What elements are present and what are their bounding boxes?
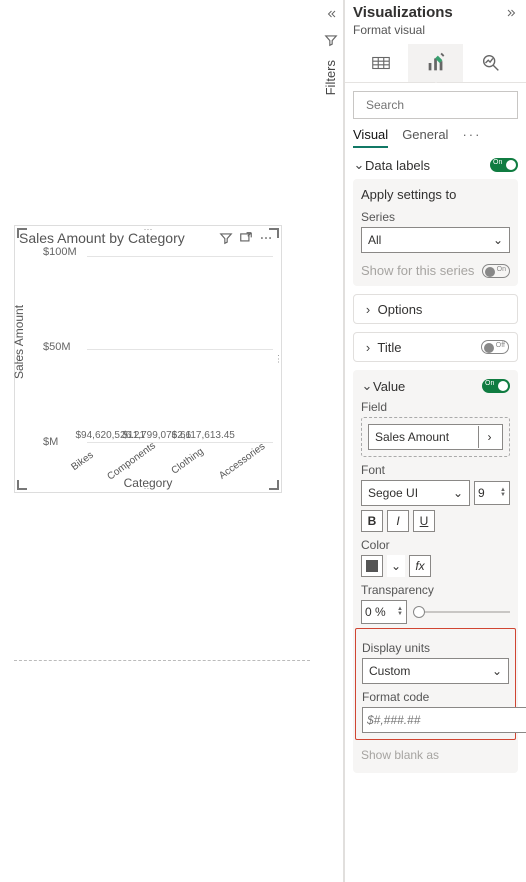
series-value: All [368,233,381,247]
filter-icon[interactable] [217,229,235,247]
format-code-label: Format code [362,690,509,704]
format-code-input[interactable] [362,707,526,733]
title-section[interactable]: › Title Off [353,332,518,362]
underline-button[interactable]: U [413,510,435,532]
section-data-labels[interactable]: Data labels [365,158,490,173]
display-units-label: Display units [362,641,509,655]
transparency-label: Transparency [361,583,510,597]
analytics-tab[interactable] [463,44,518,82]
transparency-slider[interactable] [413,611,510,613]
color-label: Color [361,538,510,552]
chart-visual[interactable]: ⋯ ⋯ ⋮ ⋮ Sales Amount by Category Sales A… [14,225,282,493]
tab-general[interactable]: General [402,127,448,148]
bold-button[interactable]: B [361,510,383,532]
x-tick: Components [105,440,171,501]
resize-handle-r[interactable]: ⋮ [274,354,283,365]
resize-handle-tl[interactable] [17,228,27,238]
y-tick: $100M [43,246,77,258]
format-visual-tab[interactable] [408,44,463,82]
filter-pane-icon[interactable] [323,32,339,48]
field-select[interactable]: Sales Amount › [368,424,503,450]
display-units-select[interactable]: Custom ⌄ [362,658,509,684]
tab-visual[interactable]: Visual [353,127,388,148]
field-value: Sales Amount [375,430,449,444]
field-label: Field [361,400,510,414]
chevron-down-icon[interactable]: ⌄ [361,378,373,394]
build-visual-tab[interactable] [353,44,408,82]
chevron-down-icon: ⌄ [492,664,502,678]
y-tick: $M [43,436,58,448]
value-toggle[interactable]: On [482,379,510,393]
color-picker[interactable] [361,555,383,577]
resize-handle-t[interactable]: ⋯ [144,224,153,235]
show-for-series-toggle: On [482,264,510,278]
panel-subtitle: Format visual [345,23,526,41]
font-size-stepper[interactable]: 9 ▲▼ [474,481,510,505]
search-input[interactable] [353,91,518,119]
focus-mode-icon[interactable] [237,229,255,247]
data-label: $2,117,613.45 [172,430,235,441]
data-labels-toggle[interactable]: On [490,158,518,172]
resize-handle-tr[interactable] [269,228,279,238]
tab-more[interactable]: ··· [462,127,481,148]
font-select[interactable]: Segoe UI ⌄ [361,480,470,506]
font-label: Font [361,463,510,477]
resize-handle-bl[interactable] [17,480,27,490]
chart-title: Sales Amount by Category [19,230,215,246]
font-value: Segoe UI [368,486,418,500]
y-tick: $50M [43,341,71,353]
value-section[interactable]: Value [373,379,482,394]
options-section[interactable]: › Options [353,294,518,324]
canvas-divider [14,660,310,661]
transparency-value[interactable]: 0 % ▲▼ [361,600,407,624]
apply-settings-title: Apply settings to [361,187,510,202]
search-field[interactable] [366,98,521,112]
visualizations-panel: Visualizations Format visual Visual Gene… [344,0,526,882]
x-tick: Accessories [217,441,281,500]
filters-pane-label[interactable]: Filters [323,60,338,95]
collapse-pane-icon[interactable] [323,6,339,22]
pane-strip: Filters [318,0,344,882]
resize-handle-br[interactable] [269,480,279,490]
show-blank-label: Show blank as [361,748,510,762]
chevron-down-icon[interactable]: ⌄ [387,555,405,577]
title-toggle[interactable]: Off [481,340,509,354]
italic-button[interactable]: I [387,510,409,532]
chevron-down-icon: ⌄ [493,233,503,247]
y-axis-label: Sales Amount [12,305,26,379]
display-units-value: Custom [369,664,410,678]
font-size-value: 9 [478,486,485,500]
color-fx-button[interactable]: fx [409,555,431,577]
chevron-down-icon[interactable]: ⌄ [353,157,365,173]
chevron-right-icon[interactable]: › [478,426,500,448]
expand-pane-icon[interactable] [504,5,520,21]
report-canvas[interactable]: ⋯ ⋯ ⋮ ⋮ Sales Amount by Category Sales A… [0,0,315,882]
series-select[interactable]: All ⌄ [361,227,510,253]
show-for-series-label: Show for this series [361,263,474,278]
series-label: Series [361,210,510,224]
chevron-down-icon: ⌄ [453,486,463,500]
panel-title: Visualizations [353,4,504,21]
